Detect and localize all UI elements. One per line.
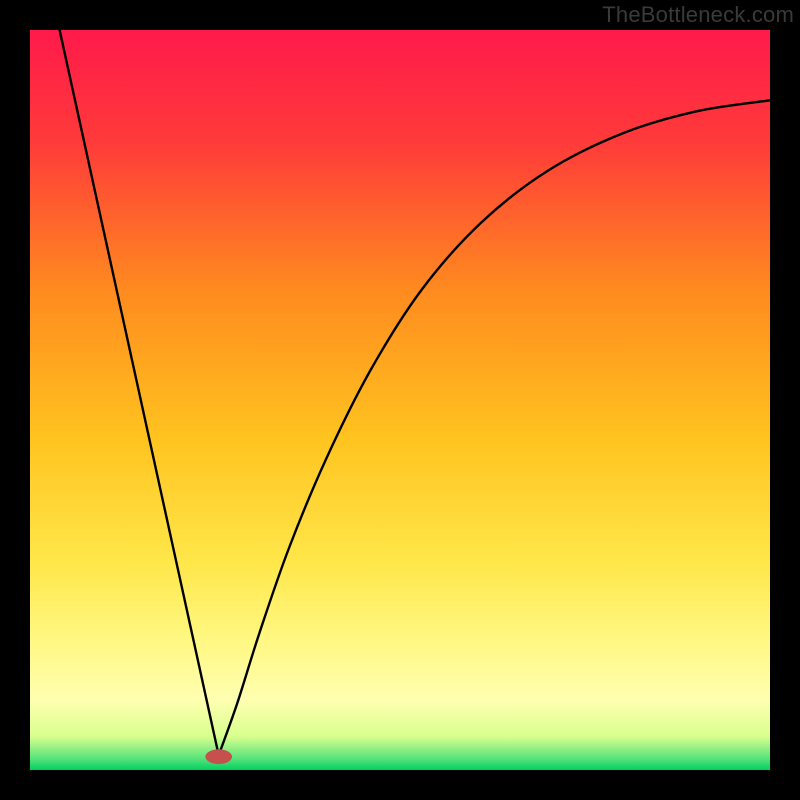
minimum-marker [205, 749, 232, 764]
chart-frame [30, 30, 770, 770]
watermark-text: TheBottleneck.com [602, 2, 794, 28]
bottleneck-chart [30, 30, 770, 770]
